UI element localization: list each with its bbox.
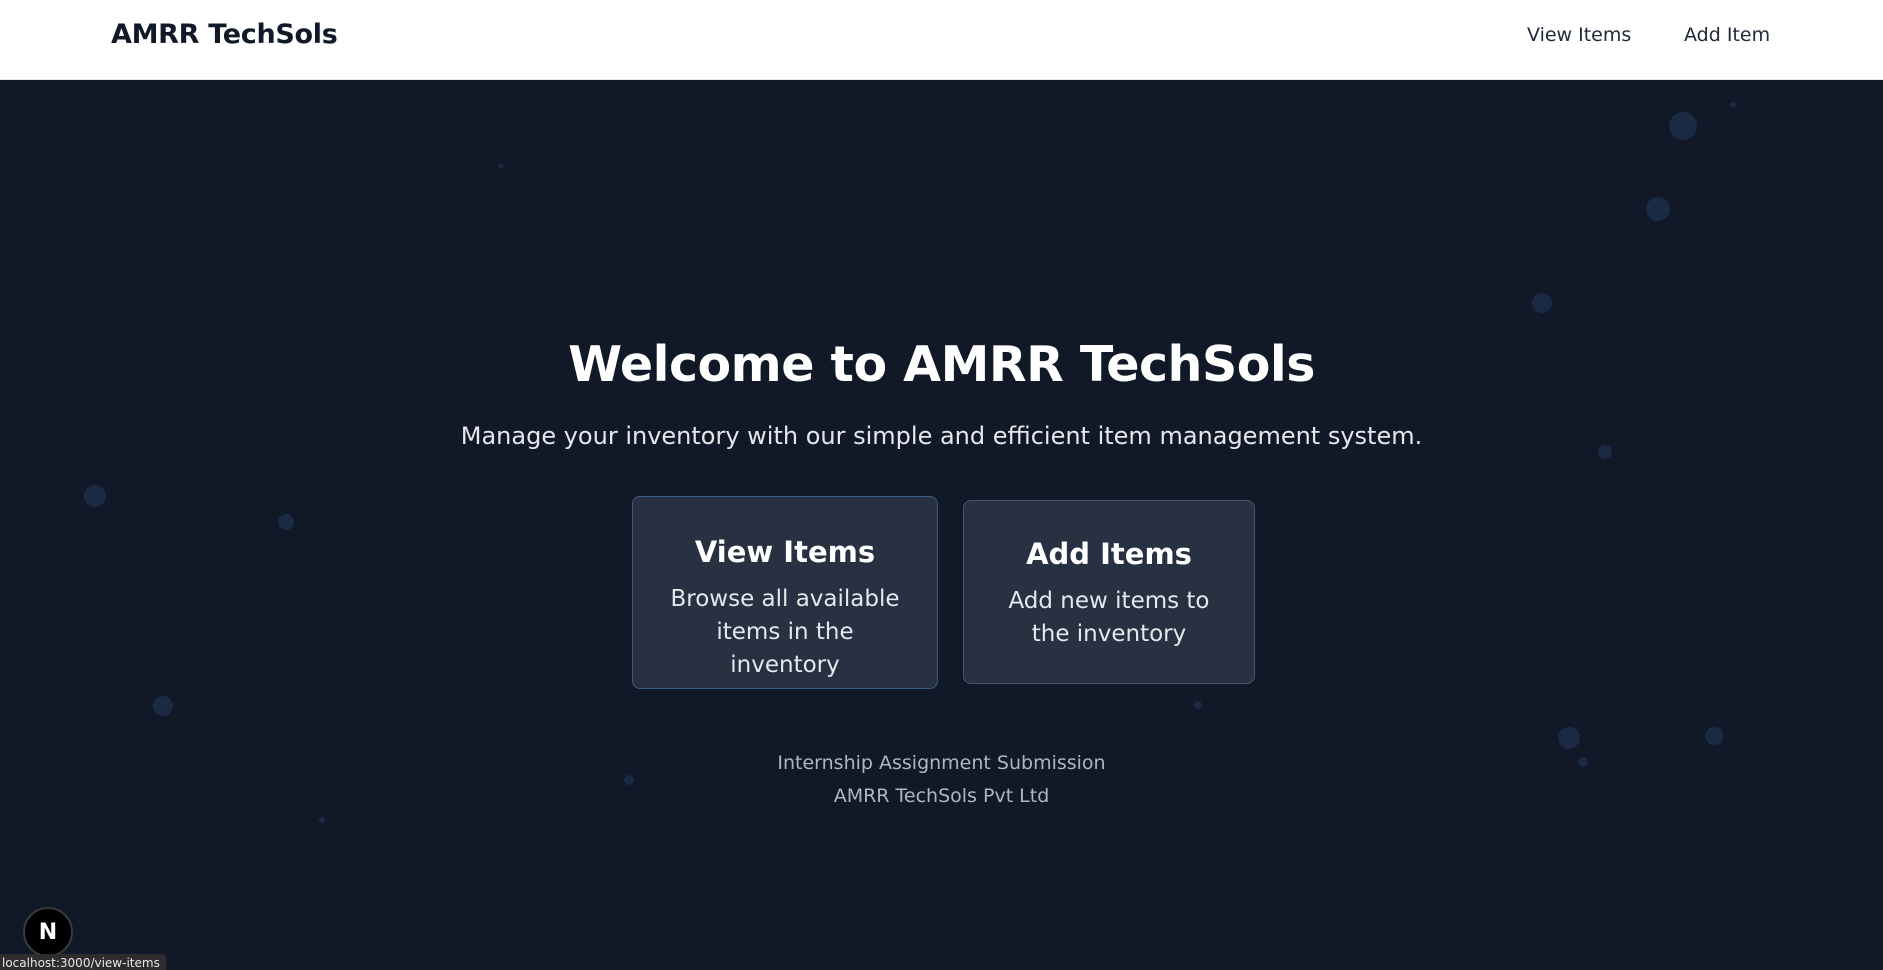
background-particle [1558, 727, 1580, 749]
navbar: AMRR TechSols View Items Add Item [0, 0, 1883, 80]
footer-assignment-text: Internship Assignment Submission [777, 752, 1106, 774]
nav-link-add-item[interactable]: Add Item [1684, 24, 1770, 46]
add-items-card[interactable]: Add Items Add new items to the inventory [963, 500, 1255, 684]
page-title: Welcome to AMRR TechSols [568, 336, 1315, 393]
page-subtitle: Manage your inventory with our simple an… [460, 422, 1423, 450]
card-title: Add Items [1026, 537, 1192, 571]
background-particle [1532, 293, 1552, 313]
background-particle [498, 164, 503, 169]
background-particle [1669, 112, 1697, 140]
card-title: View Items [694, 535, 876, 569]
nav-link-view-items[interactable]: View Items [1527, 24, 1631, 46]
background-particle [1194, 701, 1202, 709]
nextjs-dev-tools-icon[interactable]: N [23, 907, 73, 957]
status-bar-url: localhost:3000/view-items [0, 954, 166, 970]
background-particle [153, 696, 173, 716]
background-particle [319, 817, 325, 823]
background-particle [1730, 102, 1736, 108]
footer-company-text: AMRR TechSols Pvt Ltd [833, 785, 1050, 807]
card-description: Add new items to the inventory [1008, 588, 1210, 647]
background-particle [278, 514, 294, 530]
background-particle [1646, 197, 1670, 221]
nextjs-logo-letter: N [38, 919, 58, 945]
hero-section [0, 81, 1883, 970]
brand-logo-text[interactable]: AMRR TechSols [111, 19, 338, 50]
card-description: Browse all available items in the invent… [670, 586, 900, 678]
view-items-card[interactable]: View Items Browse all available items in… [632, 496, 938, 689]
background-particle [84, 485, 106, 507]
background-particle [624, 775, 634, 785]
background-particle [1705, 727, 1723, 745]
